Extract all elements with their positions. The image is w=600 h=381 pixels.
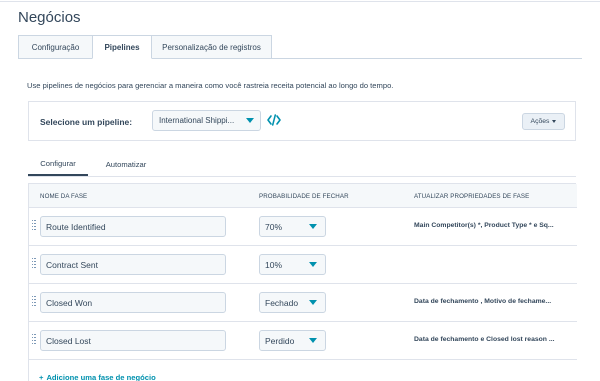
pipeline-dropdown[interactable]: International Shippi... [152, 110, 261, 131]
stage-name-input[interactable]: Route Identified [40, 216, 226, 237]
drag-handle-icon[interactable] [32, 296, 36, 307]
chevron-down-icon [309, 300, 317, 305]
subtab-automatizar[interactable]: Automatizar [98, 153, 154, 176]
page-title: Negócios [18, 9, 81, 26]
stage-properties-link[interactable]: Main Competitor(s) *, Product Type * e S… [414, 222, 575, 229]
pipelines-description: Use pipelines de negócios para gerenciar… [27, 81, 394, 90]
probability-dropdown[interactable]: Fechado [259, 292, 326, 313]
probability-value: Fechado [265, 297, 299, 308]
table-row: Route Identified 70% Main Competitor(s) … [29, 208, 577, 246]
chevron-down-icon [309, 338, 317, 343]
code-icon[interactable] [267, 113, 281, 127]
header-properties: ATUALIZAR PROPRIEDADES DE FASE [414, 193, 530, 200]
chevron-down-icon [246, 118, 254, 123]
pipeline-subtabs: Configurar Automatizar [28, 153, 576, 176]
tab-configuracao[interactable]: Configuração [18, 35, 93, 59]
stage-name-input[interactable]: Closed Lost [40, 330, 226, 351]
pipeline-selected-value: International Shippi... [159, 116, 235, 125]
header-stage-name: NOME DA FASE [40, 193, 88, 200]
probability-dropdown[interactable]: 10% [259, 254, 326, 275]
drag-handle-icon[interactable] [32, 258, 36, 269]
settings-page: Negócios Configuração Pipelines Personal… [0, 0, 600, 381]
table-header: NOME DA FASE PROBABILIDADE DE FECHAR ATU… [29, 184, 577, 208]
probability-value: 10% [265, 259, 283, 270]
add-stage-label: Adicione uma fase de negócio [46, 373, 156, 381]
pipeline-label: Selecione um pipeline: [40, 117, 133, 127]
add-stage-button[interactable]: + Adicione uma fase de negócio [39, 373, 156, 381]
chevron-down-icon [309, 224, 317, 229]
drag-handle-icon[interactable] [32, 334, 36, 345]
tab-pipelines[interactable]: Pipelines [92, 35, 152, 59]
drag-handle-icon[interactable] [32, 220, 36, 231]
chevron-down-icon [552, 120, 557, 123]
settings-tabs: Configuração Pipelines Personalização de… [18, 35, 272, 59]
table-row: Closed Won Fechado Data de fechamento , … [29, 284, 577, 322]
subtabs-divider [28, 176, 576, 177]
table-row: Contract Sent 10% [29, 246, 577, 284]
table-row: Closed Lost Perdido Data de fechamento e… [29, 322, 577, 360]
probability-value: Perdido [265, 335, 295, 346]
actions-label: Ações [530, 118, 550, 125]
probability-dropdown[interactable]: 70% [259, 216, 326, 237]
stage-name-input[interactable]: Contract Sent [40, 254, 226, 275]
subtab-configurar[interactable]: Configurar [28, 153, 88, 176]
chevron-down-icon [309, 262, 317, 267]
tab-personalizacao[interactable]: Personalização de registros [151, 35, 272, 59]
actions-button[interactable]: Ações [522, 113, 565, 130]
header-probability: PROBABILIDADE DE FECHAR [259, 193, 349, 200]
stage-name-input[interactable]: Closed Won [40, 292, 226, 313]
top-divider [0, 1, 600, 2]
probability-dropdown[interactable]: Perdido [259, 330, 326, 351]
plus-icon: + [39, 373, 44, 381]
stage-properties-link[interactable]: Data de fechamento e Closed lost reason … [414, 336, 575, 343]
pipeline-selector-panel: Selecione um pipeline: International Shi… [28, 101, 576, 141]
probability-value: 70% [265, 221, 283, 232]
stages-table: NOME DA FASE PROBABILIDADE DE FECHAR ATU… [28, 183, 577, 381]
stage-properties-link[interactable]: Data de fechamento , Motivo de fechame..… [414, 298, 575, 305]
